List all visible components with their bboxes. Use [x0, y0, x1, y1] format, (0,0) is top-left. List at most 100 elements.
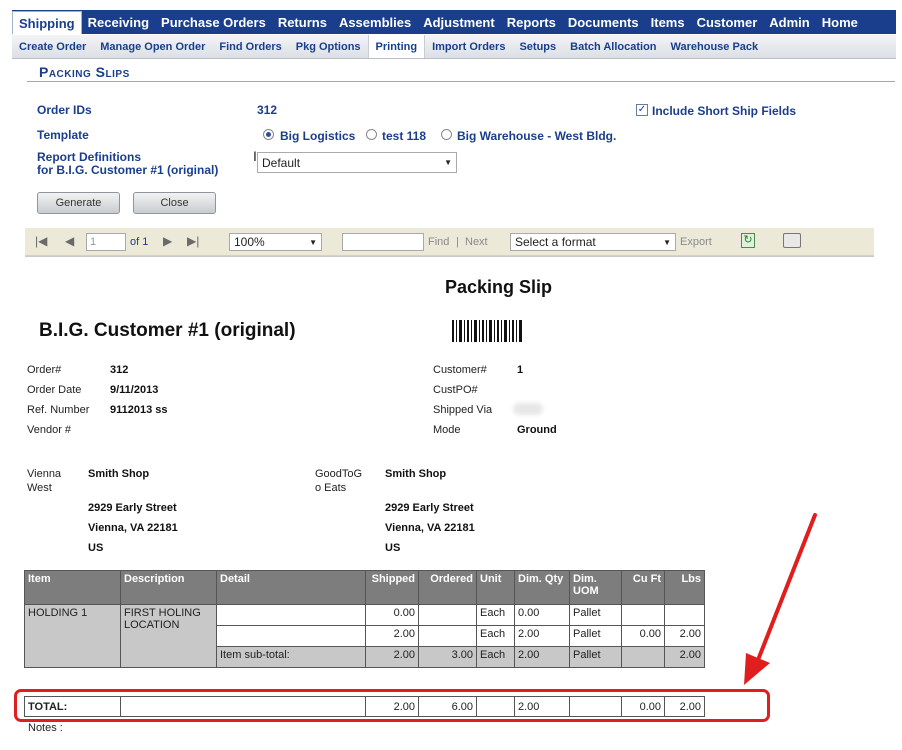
subnav-batch-allocation[interactable]: Batch Allocation [563, 35, 663, 58]
dim-qty-cell: 2.00 [514, 625, 570, 647]
cu-ft-cell [621, 604, 665, 626]
lbs-cell: 2.00 [664, 625, 705, 647]
export-format-select[interactable]: Select a format ▼ [510, 233, 676, 251]
subnav-pkg-options[interactable]: Pkg Options [289, 35, 368, 58]
ordered-cell: 3.00 [418, 646, 477, 668]
cu-ft-cell: 0.00 [621, 625, 665, 647]
column-header: Lbs [664, 570, 705, 605]
shipped-cell: 2.00 [365, 625, 419, 647]
column-header: Shipped [365, 570, 419, 605]
nav-home[interactable]: Home [816, 10, 864, 34]
nav-receiving[interactable]: Receiving [82, 10, 155, 34]
page-number-value: 1 [90, 236, 97, 248]
ship-from-label: Vienna [27, 468, 62, 480]
subnav-create-order[interactable]: Create Order [12, 35, 93, 58]
ordered-cell [418, 625, 477, 647]
dim-qty-cell: 0.00 [514, 604, 570, 626]
subnav-manage-open-order[interactable]: Manage Open Order [93, 35, 212, 58]
subnav-import-orders[interactable]: Import Orders [425, 35, 512, 58]
ship-to-label: GoodToG [315, 468, 363, 480]
ship-to-country: US [385, 542, 401, 554]
report-definition-select[interactable]: Default ▼ [257, 152, 457, 173]
ordered-cell [418, 604, 477, 626]
redacted-value [513, 403, 543, 415]
nav-adjustment[interactable]: Adjustment [417, 10, 501, 34]
template-label: Template [37, 128, 89, 142]
nav-items[interactable]: Items [645, 10, 691, 34]
template-radio-test-118[interactable] [366, 129, 377, 140]
subnav-warehouse-pack[interactable]: Warehouse Pack [664, 35, 766, 58]
report-definition-value: Default [262, 155, 301, 170]
lbs-cell: 2.00 [664, 646, 705, 668]
nav-assemblies[interactable]: Assemblies [333, 10, 417, 34]
mode-value: Ground [517, 424, 557, 436]
chevron-down-icon: ▼ [444, 158, 452, 167]
subnav-printing[interactable]: Printing [367, 35, 426, 58]
find-input[interactable] [342, 233, 424, 251]
template-label-test-118: test 118 [382, 129, 427, 143]
detail-cell [216, 625, 366, 647]
generate-button[interactable]: Generate [37, 192, 120, 214]
column-header: Detail [216, 570, 366, 605]
barcode-icon [452, 320, 522, 342]
items-table: Item Description Detail Shipped Ordered … [24, 570, 705, 668]
report-toolbar: |◀ ◀ 1 of 1 ▶ ▶| 100% ▼ Find | Next Sele… [25, 228, 874, 256]
unit-cell: Each [476, 604, 515, 626]
report-def-customer-label: for B.I.G. Customer #1 (original) [37, 163, 219, 177]
shipped-cell: 2.00 [365, 646, 419, 668]
column-header: Item [24, 570, 121, 605]
close-button[interactable]: Close [133, 192, 216, 214]
nav-admin[interactable]: Admin [763, 10, 815, 34]
first-page-icon[interactable]: |◀ [35, 234, 47, 248]
ship-from-label-2: West [27, 482, 52, 494]
order-no-value: 312 [110, 364, 129, 376]
nav-customer[interactable]: Customer [691, 10, 764, 34]
column-header: Cu Ft [621, 570, 665, 605]
export-format-value: Select a format [515, 235, 596, 249]
column-header: Description [120, 570, 217, 605]
refresh-icon[interactable]: ↻ [741, 233, 755, 248]
page-count: of 1 [130, 236, 149, 248]
include-short-ship-checkbox[interactable]: ✓ [636, 104, 648, 116]
order-date-value: 9/11/2013 [110, 384, 159, 396]
column-header: Dim. UOM [569, 570, 622, 605]
nav-documents[interactable]: Documents [562, 10, 645, 34]
zoom-select[interactable]: 100% ▼ [229, 233, 322, 251]
page-number-input[interactable]: 1 [86, 233, 126, 251]
ship-from-city: Vienna, VA 22181 [88, 522, 178, 534]
shipped-via-label: Shipped Via [433, 404, 493, 416]
subnav-setups[interactable]: Setups [512, 35, 563, 58]
last-page-icon[interactable]: ▶| [187, 234, 199, 248]
ship-from-street: 2929 Early Street [88, 502, 177, 514]
column-header: Ordered [418, 570, 477, 605]
export-link[interactable]: Export [680, 236, 712, 248]
prev-page-icon[interactable]: ◀ [65, 234, 74, 248]
customer-no-value: 1 [517, 364, 524, 376]
report-customer-name: B.I.G. Customer #1 (original) [39, 320, 296, 341]
lbs-cell [664, 604, 705, 626]
chevron-down-icon: ▼ [663, 237, 671, 247]
subnav-find-orders[interactable]: Find Orders [212, 35, 288, 58]
report-title: Packing Slip [445, 277, 553, 297]
column-header: Unit [476, 570, 515, 605]
nav-shipping[interactable]: Shipping [12, 11, 82, 34]
next-link[interactable]: Next [465, 236, 488, 248]
total-highlight-box [14, 689, 770, 722]
ship-from-name: Smith Shop [88, 468, 150, 480]
nav-returns[interactable]: Returns [272, 10, 333, 34]
nav-reports[interactable]: Reports [501, 10, 562, 34]
dim-uom-cell: Pallet [569, 604, 622, 626]
ship-from-country: US [88, 542, 104, 554]
order-no-label: Order# [27, 364, 62, 376]
nav-purchase-orders[interactable]: Purchase Orders [155, 10, 272, 34]
next-page-icon[interactable]: ▶ [163, 234, 172, 248]
custpo-label: CustPO# [433, 384, 478, 396]
find-link[interactable]: Find [428, 236, 449, 248]
shipped-cell: 0.00 [365, 604, 419, 626]
print-icon[interactable] [783, 233, 801, 248]
template-radio-big-warehouse[interactable] [441, 129, 452, 140]
order-date-label: Order Date [27, 384, 82, 396]
report-def-label: Report Definitions [37, 150, 141, 164]
template-radio-big-logistics[interactable] [263, 129, 274, 140]
title-divider [27, 81, 895, 82]
